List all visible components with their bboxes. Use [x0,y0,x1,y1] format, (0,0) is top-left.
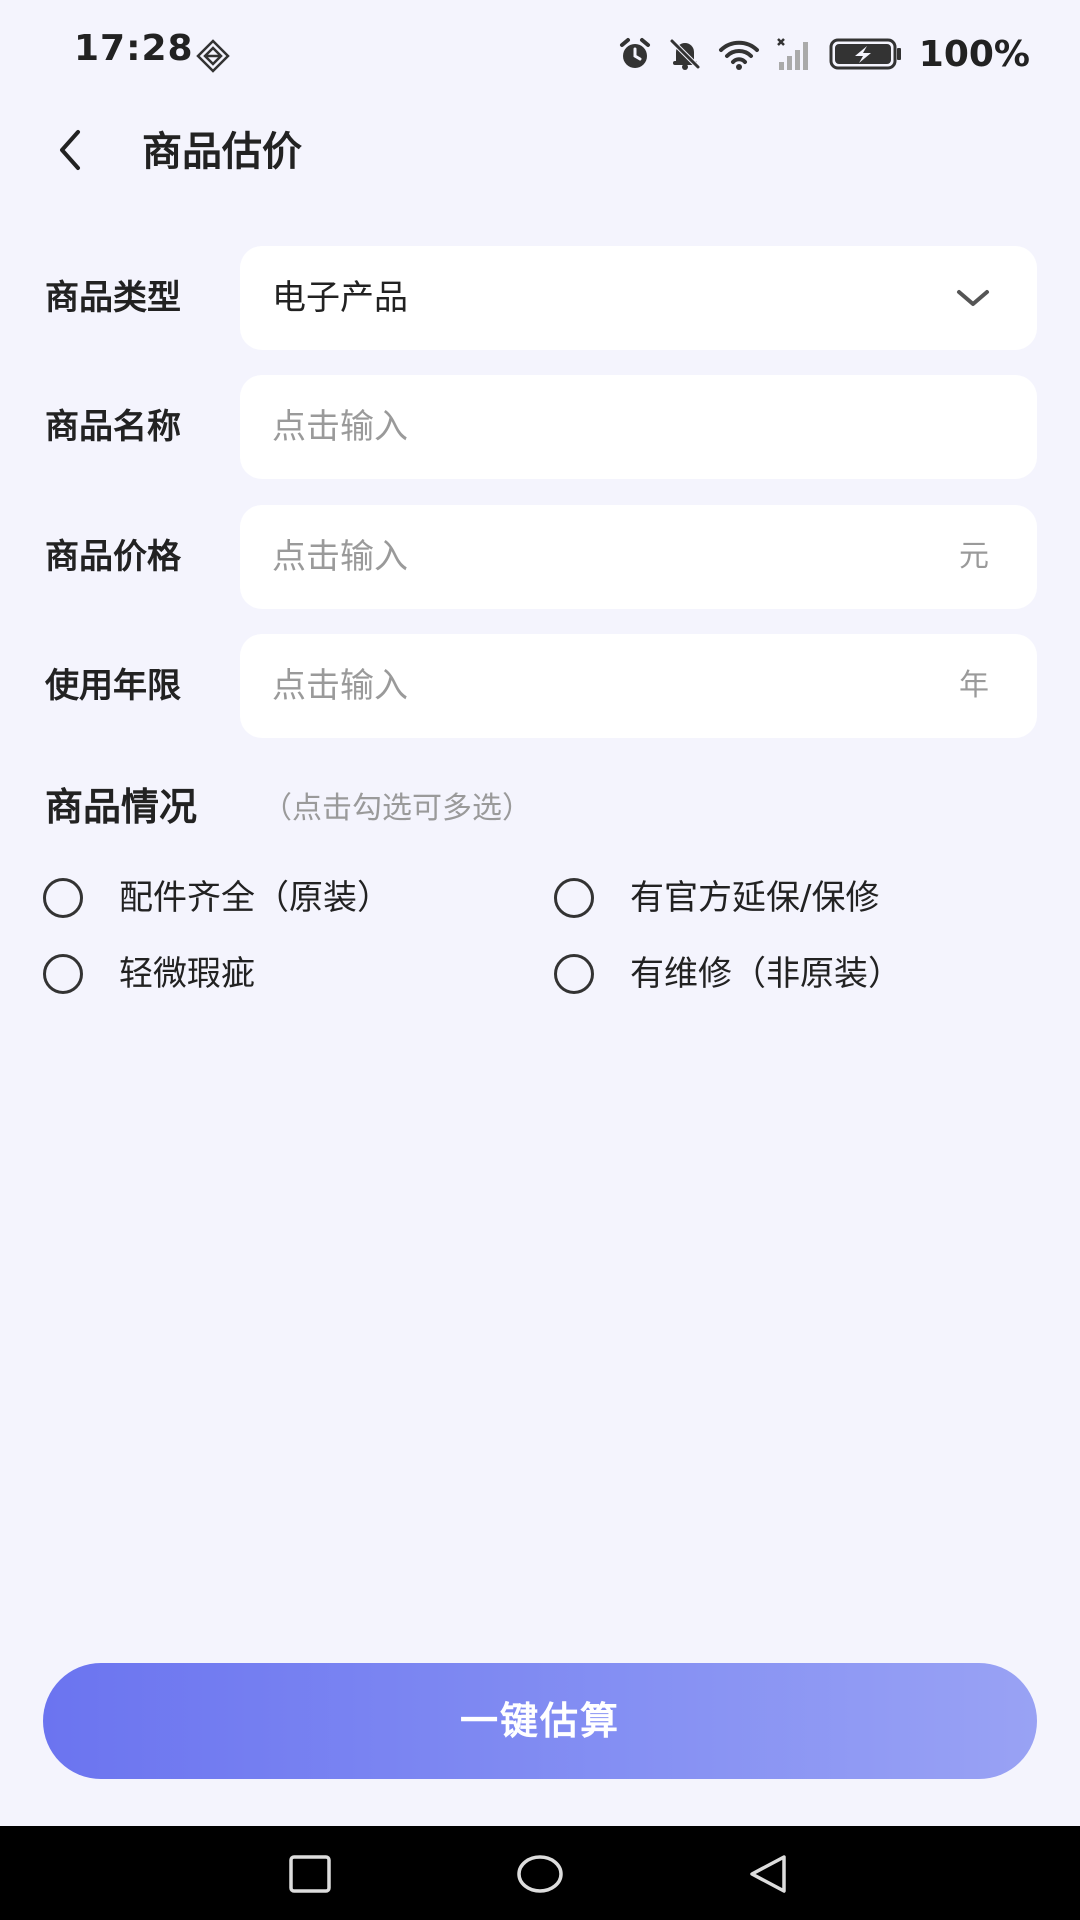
name-input[interactable]: 点击输入 [240,375,1037,479]
alarm-icon [619,38,650,68]
condition-option-repaired[interactable]: 有维修（非原装） [554,944,902,1004]
condition-option-accessories[interactable]: 配件齐全（原装） [43,868,391,928]
form-row-name: 商品名称 点击输入 [0,375,1080,479]
condition-option-label: 有维修（非原装） [630,954,902,994]
price-unit: 元 [959,539,989,574]
condition-option-minor-flaw[interactable]: 轻微瑕疵 [43,944,255,1004]
nav-back-button[interactable] [740,1846,796,1902]
chevron-down-icon [957,290,989,306]
status-time: 17:28 [74,28,194,69]
category-value: 电子产品 [272,278,408,318]
navigation-bar [0,1826,1080,1920]
status-icons: 100% [617,33,1030,75]
condition-section-hint: （点击勾选可多选） [262,791,532,826]
nav-home-button[interactable] [512,1846,568,1902]
back-button[interactable] [40,120,100,180]
name-placeholder: 点击输入 [272,407,408,447]
name-label: 商品名称 [45,407,181,447]
condition-option-label: 轻微瑕疵 [119,954,255,994]
wifi-icon [718,40,759,70]
mute-bell-icon [670,39,700,70]
radio-circle-icon [43,954,83,994]
triangle-back-icon [750,1855,786,1893]
signal-icon [776,38,808,70]
years-placeholder: 点击输入 [272,666,408,706]
battery-percentage: 100% [918,33,1030,75]
form-row-price: 商品价格 点击输入 元 [0,505,1080,609]
years-unit: 年 [959,668,989,703]
estimate-button[interactable]: 一键估算 [43,1663,1037,1779]
category-select[interactable]: 电子产品 [240,246,1037,350]
radio-circle-icon [43,878,83,918]
status-bar: 17:28 100% [0,0,1080,100]
radio-circle-icon [554,954,594,994]
form-row-category: 商品类型 电子产品 [0,246,1080,350]
condition-option-label: 配件齐全（原装） [119,878,391,918]
battery-charging-icon [829,38,901,70]
form-row-years: 使用年限 点击输入 年 [0,634,1080,738]
square-icon [289,1855,331,1893]
price-input[interactable]: 点击输入 元 [240,505,1037,609]
years-label: 使用年限 [45,666,181,706]
page-title: 商品估价 [142,129,302,175]
condition-option-warranty[interactable]: 有官方延保/保修 [554,868,879,928]
back-arrow-icon [60,130,80,170]
condition-section-title: 商品情况 [45,785,198,829]
price-label: 商品价格 [45,537,181,577]
radio-circle-icon [554,878,594,918]
category-label: 商品类型 [45,278,181,318]
condition-option-label: 有官方延保/保修 [630,878,880,918]
price-placeholder: 点击输入 [272,537,408,577]
network-diamond-icon [196,39,230,73]
circle-icon [517,1855,563,1893]
nav-recent-button[interactable] [282,1846,338,1902]
years-input[interactable]: 点击输入 年 [240,634,1037,738]
